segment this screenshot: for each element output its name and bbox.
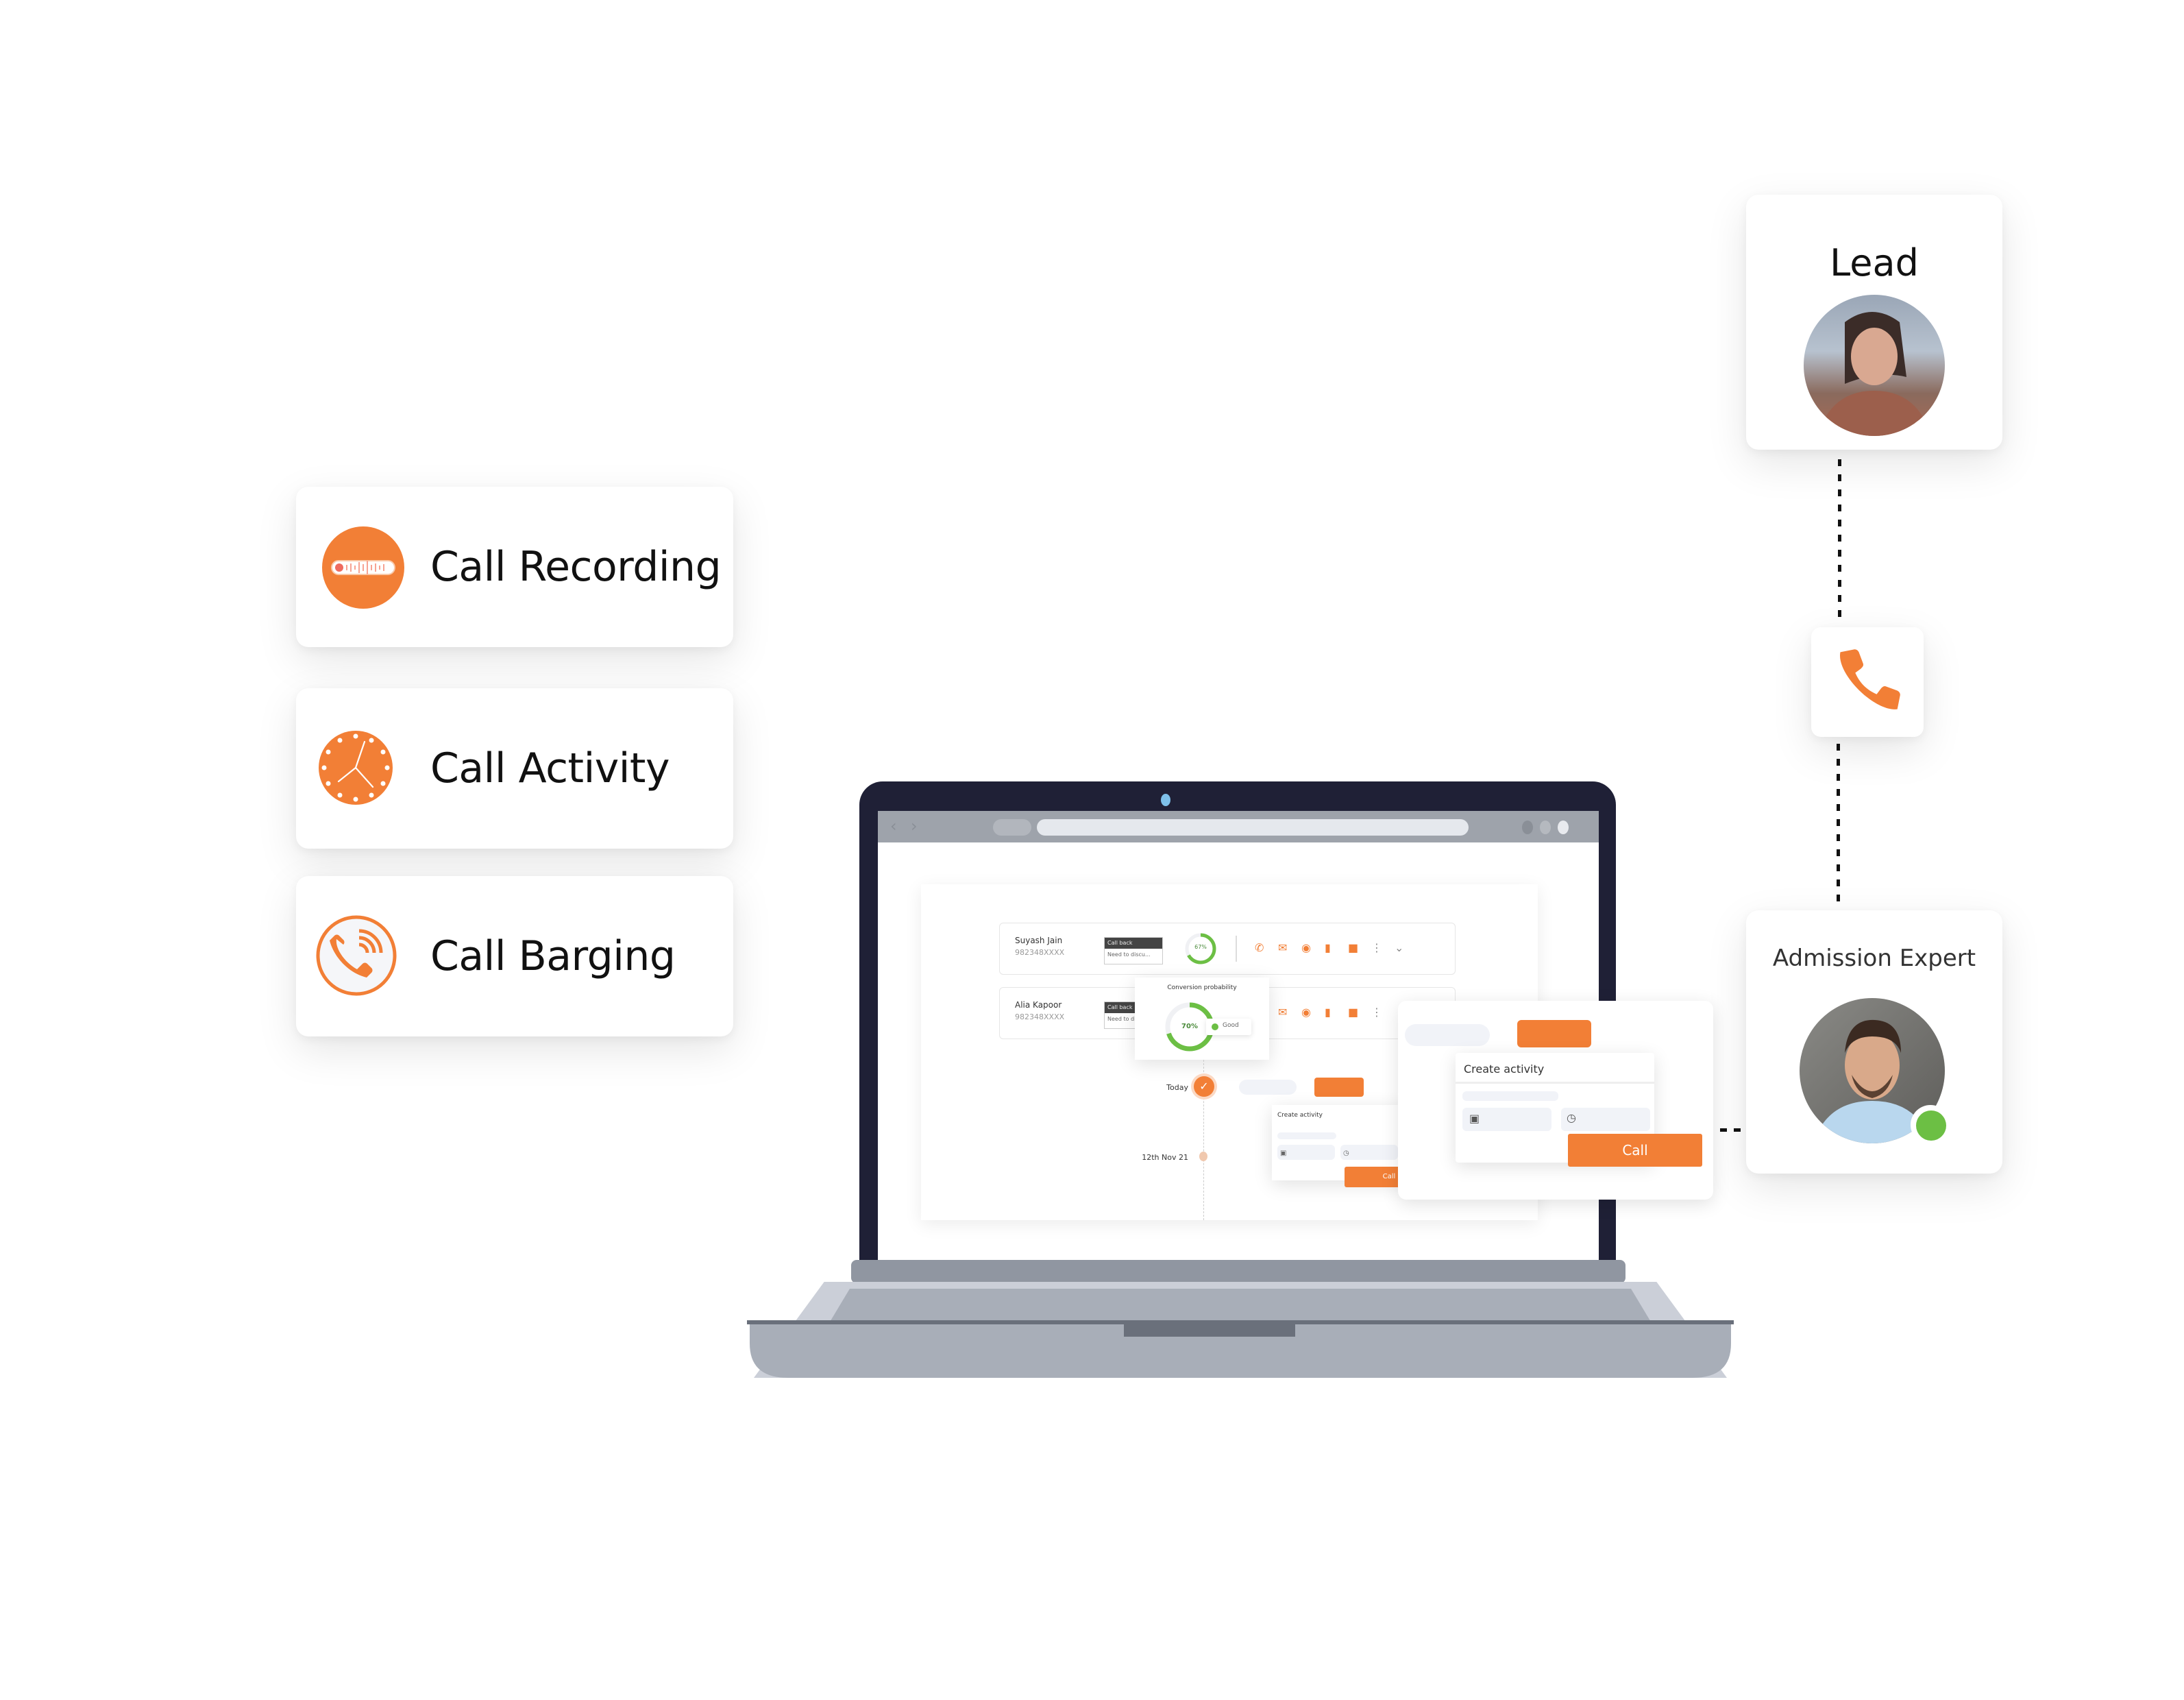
create-activity-title: Create activity bbox=[1464, 1062, 1545, 1076]
laptop-camera bbox=[1161, 794, 1170, 806]
check-icon[interactable]: ✓ bbox=[1194, 1076, 1214, 1097]
action-button[interactable] bbox=[1314, 1078, 1364, 1097]
audio-waveform-icon bbox=[322, 526, 404, 609]
phone-signal-icon bbox=[316, 915, 397, 996]
date-field[interactable]: ▣ bbox=[1462, 1108, 1551, 1131]
timeline-label: Today bbox=[1166, 1083, 1188, 1092]
calendar-icon: ▣ bbox=[1469, 1112, 1480, 1125]
lead-name: Alia Kapoor bbox=[1015, 1000, 1062, 1010]
connector-line bbox=[1838, 459, 1841, 624]
feature-label: Call Activity bbox=[430, 744, 670, 792]
forward-icon[interactable]: › bbox=[911, 816, 918, 836]
clock-icon bbox=[319, 731, 393, 805]
action-button[interactable] bbox=[1517, 1020, 1591, 1047]
online-status-dot bbox=[1916, 1110, 1946, 1141]
connector-line bbox=[1837, 744, 1840, 908]
lead-phone: 982348XXXX bbox=[1015, 1012, 1065, 1021]
rating-dot bbox=[1212, 1023, 1218, 1030]
lead-title: Lead bbox=[1830, 241, 1919, 284]
feature-card-call-recording[interactable]: Call Recording bbox=[296, 487, 733, 647]
note-body: Need to discu... bbox=[1107, 951, 1151, 958]
feature-card-call-barging[interactable]: Call Barging bbox=[296, 876, 733, 1036]
clock-icon: ◷ bbox=[1567, 1111, 1576, 1124]
browser-toolbar: ‹ › bbox=[878, 811, 1599, 842]
call-button[interactable]: Call bbox=[1568, 1134, 1702, 1167]
expert-title: Admission Expert bbox=[1772, 945, 1976, 972]
lead-card[interactable]: Lead bbox=[1746, 195, 2002, 450]
browser-tab[interactable] bbox=[993, 819, 1031, 836]
email-icon[interactable]: ✉ bbox=[1278, 1006, 1292, 1019]
placeholder-pill bbox=[1405, 1024, 1490, 1046]
divider bbox=[1456, 1082, 1654, 1084]
expert-card[interactable]: Admission Expert bbox=[1746, 910, 2002, 1174]
time-field[interactable]: ◷ bbox=[1561, 1108, 1650, 1131]
window-control[interactable] bbox=[1540, 821, 1551, 834]
back-icon[interactable]: ‹ bbox=[890, 816, 897, 836]
more-icon[interactable]: ⋮ bbox=[1371, 1006, 1385, 1019]
chat-icon[interactable]: ▮ bbox=[1325, 1006, 1338, 1019]
call-connector[interactable] bbox=[1811, 627, 1924, 737]
calendar-icon: ▣ bbox=[1280, 1150, 1287, 1157]
phone-icon[interactable]: ✆ bbox=[1255, 941, 1268, 955]
feature-label: Call Barging bbox=[430, 932, 676, 980]
chat-icon[interactable]: ▮ bbox=[1325, 941, 1338, 955]
conversion-popup: Conversion probability 70% Good bbox=[1135, 977, 1269, 1060]
lead-name: Suyash Jain bbox=[1015, 936, 1063, 945]
more-icon[interactable]: ⋮ bbox=[1371, 941, 1385, 955]
lead-avatar bbox=[1804, 295, 1945, 436]
clock-icon: ◷ bbox=[1343, 1150, 1349, 1157]
conversion-popup-title: Conversion probability bbox=[1167, 984, 1237, 991]
action-icons: ✆ ✉ ◉ ▮ ■ ⋮ ⌄ bbox=[1255, 941, 1408, 955]
divider bbox=[1236, 936, 1237, 962]
create-activity-popup-small: Create activity ▣ ◷ Call bbox=[1272, 1105, 1434, 1187]
rating-badge: Good bbox=[1206, 1019, 1251, 1035]
video-icon[interactable]: ■ bbox=[1348, 1006, 1362, 1019]
window-control[interactable] bbox=[1522, 821, 1533, 834]
lead-row[interactable]: Suyash Jain 982348XXXX Call back Need to… bbox=[999, 923, 1456, 975]
timeline-dot bbox=[1199, 1152, 1207, 1161]
timeline-label: 12th Nov 21 bbox=[1142, 1153, 1188, 1162]
conversion-value: 67% bbox=[1194, 944, 1207, 950]
whatsapp-icon[interactable]: ◉ bbox=[1301, 1006, 1315, 1019]
feature-card-call-activity[interactable]: Call Activity bbox=[296, 688, 733, 849]
activity-popup: Create activity ▣ ◷ Call bbox=[1398, 1001, 1713, 1200]
phone-icon bbox=[1840, 649, 1900, 709]
action-icons: ✆ ✉ ◉ ▮ ■ ⋮ bbox=[1255, 1006, 1385, 1019]
time-field[interactable]: ◷ bbox=[1340, 1145, 1398, 1160]
date-field[interactable]: ▣ bbox=[1277, 1145, 1335, 1160]
field-placeholder bbox=[1462, 1091, 1558, 1101]
window-control[interactable] bbox=[1558, 821, 1569, 834]
feature-label: Call Recording bbox=[430, 543, 722, 591]
chevron-down-icon[interactable]: ⌄ bbox=[1395, 941, 1408, 955]
placeholder-pill bbox=[1239, 1080, 1297, 1095]
address-bar[interactable] bbox=[1037, 819, 1469, 836]
field-placeholder bbox=[1277, 1132, 1336, 1139]
lead-note[interactable]: Call back Need to discu... bbox=[1104, 937, 1163, 964]
email-icon[interactable]: ✉ bbox=[1278, 941, 1292, 955]
lead-phone: 982348XXXX bbox=[1015, 948, 1065, 957]
laptop-base bbox=[747, 1282, 1734, 1378]
whatsapp-icon[interactable]: ◉ bbox=[1301, 941, 1315, 955]
create-activity-title: Create activity bbox=[1277, 1112, 1323, 1119]
laptop-hinge bbox=[851, 1260, 1625, 1283]
note-title: Call back bbox=[1105, 938, 1162, 949]
rating-label: Good bbox=[1223, 1022, 1239, 1029]
video-icon[interactable]: ■ bbox=[1348, 941, 1362, 955]
